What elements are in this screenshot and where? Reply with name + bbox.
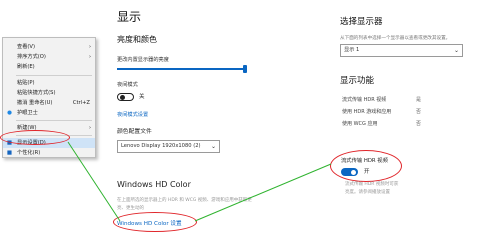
- annotation-arrow-to-stream-hdr: [194, 163, 332, 222]
- annotation-arrows: [67, 141, 332, 222]
- annotation-arrow-to-hd-link: [67, 141, 121, 222]
